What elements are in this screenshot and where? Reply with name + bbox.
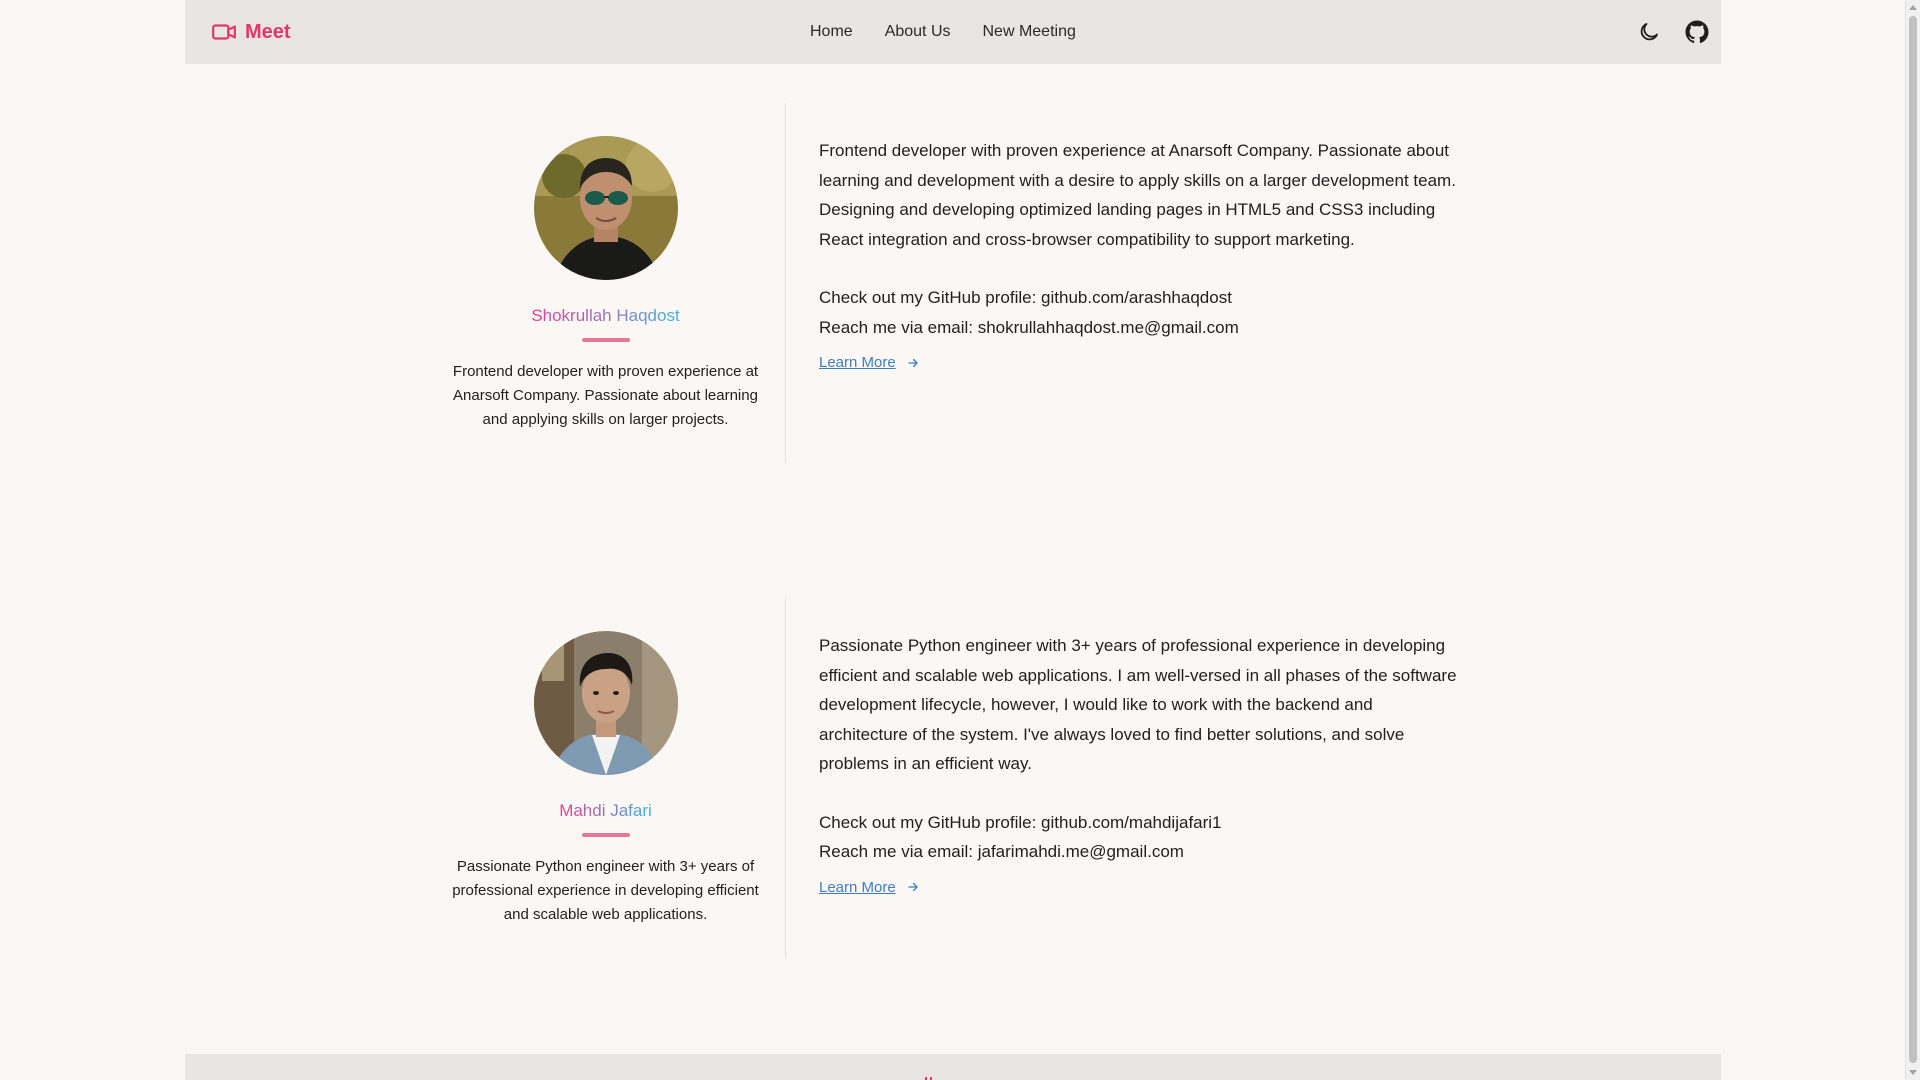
contact-info: Check out my GitHub profile: github.com/… xyxy=(819,283,1460,342)
github-icon xyxy=(1685,20,1709,44)
profile-name: Mahdi Jafari xyxy=(559,801,652,820)
profile-details: Frontend developer with proven experienc… xyxy=(786,103,1460,463)
scroll-up-arrow-icon[interactable] xyxy=(1909,5,1917,10)
nav-about-us[interactable]: About Us xyxy=(885,23,951,41)
header-actions xyxy=(1625,0,1721,64)
brand-logo[interactable]: Meet xyxy=(211,0,291,64)
name-underline xyxy=(581,338,630,342)
email-line[interactable]: Reach me via email: shokrullahhaqdost.me… xyxy=(819,313,1460,343)
profile-details: Passionate Python engineer with 3+ years… xyxy=(786,598,1460,958)
arrow-right-icon xyxy=(907,882,918,892)
short-bio: Passionate Python engineer with 3+ years… xyxy=(452,858,759,923)
profile-summary: Shokrullah Haqdost Frontend developer wi… xyxy=(426,103,786,463)
avatar-image xyxy=(533,631,678,775)
learn-more-label: Learn More xyxy=(819,354,896,371)
footer-icon xyxy=(925,1077,932,1080)
learn-more-link[interactable]: Learn More xyxy=(819,879,920,896)
github-button[interactable] xyxy=(1673,8,1721,56)
avatar xyxy=(533,136,678,280)
profile-card: Shokrullah Haqdost Frontend developer wi… xyxy=(426,103,1460,463)
theme-toggle-button[interactable] xyxy=(1625,8,1673,56)
github-line[interactable]: Check out my GitHub profile: github.com/… xyxy=(819,808,1460,838)
name-underline xyxy=(581,833,630,837)
footer xyxy=(185,1054,1721,1080)
arrow-right-icon xyxy=(907,358,918,367)
long-bio: Frontend developer with proven experienc… xyxy=(819,141,1456,249)
vertical-scrollbar[interactable] xyxy=(1905,0,1920,1080)
long-bio: Passionate Python engineer with 3+ years… xyxy=(819,636,1457,773)
profile-name: Shokrullah Haqdost xyxy=(531,306,680,325)
github-line[interactable]: Check out my GitHub profile: github.com/… xyxy=(819,283,1460,313)
main-nav: Home About Us New Meeting xyxy=(810,0,1076,64)
avatar-image xyxy=(533,136,678,280)
email-line[interactable]: Reach me via email: jafarimahdi.me@gmail… xyxy=(819,837,1460,867)
moon-icon xyxy=(1640,23,1658,41)
scrollbar-thumb[interactable] xyxy=(1909,16,1917,1063)
video-camera-icon xyxy=(212,24,236,40)
nav-new-meeting[interactable]: New Meeting xyxy=(983,23,1076,41)
nav-home[interactable]: Home xyxy=(810,23,853,41)
avatar xyxy=(533,631,678,775)
learn-more-link[interactable]: Learn More xyxy=(819,354,920,371)
contact-info: Check out my GitHub profile: github.com/… xyxy=(819,808,1460,867)
profile-summary: Mahdi Jafari Passionate Python engineer … xyxy=(426,598,786,958)
learn-more-label: Learn More xyxy=(819,878,896,896)
top-navbar: Meet Home About Us New Meeting xyxy=(185,0,1721,64)
profile-card: Mahdi Jafari Passionate Python engineer … xyxy=(426,598,1460,958)
short-bio: Frontend developer with proven experienc… xyxy=(452,363,759,428)
footer-logo-mark xyxy=(923,1074,935,1080)
scroll-down-arrow-icon[interactable] xyxy=(1909,1070,1917,1075)
brand-name: Meet xyxy=(245,20,291,43)
